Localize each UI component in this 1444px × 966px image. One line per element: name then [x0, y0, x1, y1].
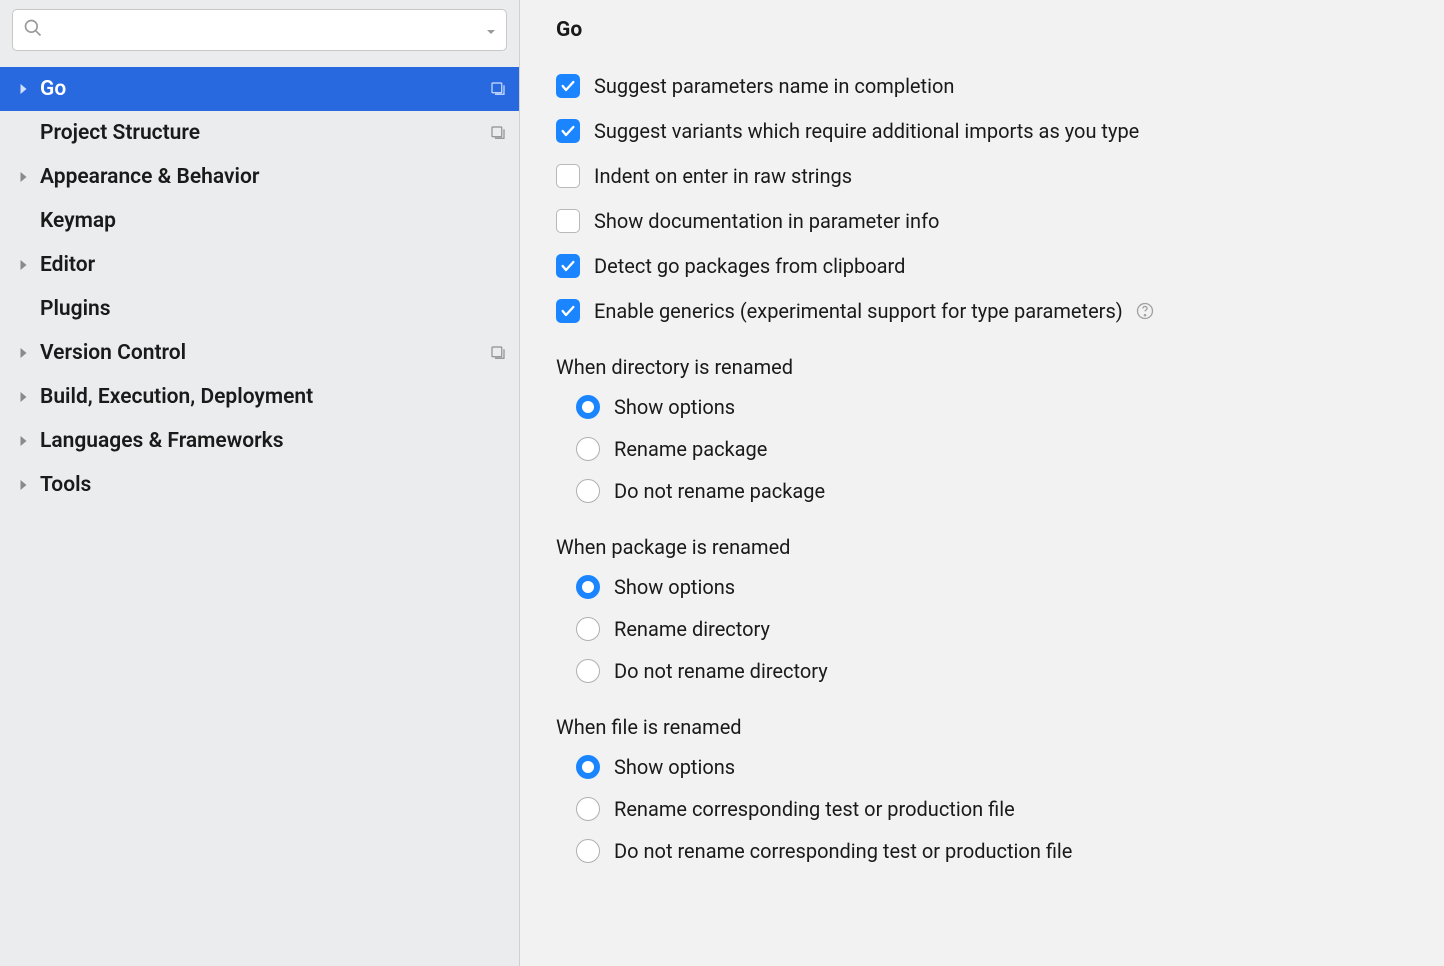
- project-scope-icon: [489, 344, 507, 362]
- chevron-right-icon: [16, 347, 30, 359]
- radio[interactable]: [576, 617, 600, 641]
- page-title: Go: [556, 18, 1416, 42]
- radio[interactable]: [576, 479, 600, 503]
- project-scope-icon: [489, 124, 507, 142]
- radio-label[interactable]: Show options: [614, 575, 735, 599]
- search-icon: [23, 18, 43, 43]
- radio-label[interactable]: Show options: [614, 395, 735, 419]
- chevron-right-icon: [16, 479, 30, 491]
- chevron-right-icon: [16, 171, 30, 183]
- radio-row: Do not rename package: [576, 479, 1416, 503]
- sidebar-item-editor[interactable]: Editor: [0, 243, 519, 287]
- search-box[interactable]: [12, 9, 507, 51]
- checkbox-row: Suggest variants which require additiona…: [556, 119, 1416, 143]
- radio-group: When directory is renamed Show options Ren…: [556, 355, 1416, 503]
- radio-row: Show options: [576, 395, 1416, 419]
- radio-row: Rename directory: [576, 617, 1416, 641]
- sidebar-item-go[interactable]: Go: [0, 67, 519, 111]
- chevron-right-icon: [16, 391, 30, 403]
- radio-row: Do not rename directory: [576, 659, 1416, 683]
- radio-label[interactable]: Do not rename corresponding test or prod…: [614, 839, 1072, 863]
- radio[interactable]: [576, 797, 600, 821]
- checkbox-row: Enable generics (experimental support fo…: [556, 299, 1416, 323]
- checkbox-label[interactable]: Detect go packages from clipboard: [594, 254, 905, 278]
- radio[interactable]: [576, 659, 600, 683]
- search-input[interactable]: [49, 19, 486, 41]
- radio-label[interactable]: Rename directory: [614, 617, 770, 641]
- sidebar-item-label: Build, Execution, Deployment: [40, 385, 507, 409]
- project-scope-icon: [489, 80, 507, 98]
- help-icon[interactable]: [1135, 301, 1155, 321]
- checkbox-label[interactable]: Indent on enter in raw strings: [594, 164, 852, 188]
- checkbox-label[interactable]: Suggest parameters name in completion: [594, 74, 954, 98]
- sidebar-item-build-execution-deployment[interactable]: Build, Execution, Deployment: [0, 375, 519, 419]
- group-title: When package is renamed: [556, 535, 1416, 559]
- checkbox[interactable]: [556, 299, 580, 323]
- radio-label[interactable]: Do not rename package: [614, 479, 825, 503]
- checkbox-row: Indent on enter in raw strings: [556, 164, 1416, 188]
- radio-row: Show options: [576, 575, 1416, 599]
- checkbox[interactable]: [556, 254, 580, 278]
- radio-label[interactable]: Rename package: [614, 437, 767, 461]
- radio-row: Rename package: [576, 437, 1416, 461]
- radio[interactable]: [576, 755, 600, 779]
- settings-sidebar: Go Project Structure Appearance & Behavior…: [0, 0, 520, 966]
- sidebar-item-project-structure[interactable]: Project Structure: [0, 111, 519, 155]
- sidebar-item-appearance-behavior[interactable]: Appearance & Behavior: [0, 155, 519, 199]
- radio-row: Show options: [576, 755, 1416, 779]
- sidebar-item-plugins[interactable]: Plugins: [0, 287, 519, 331]
- radio-group: When file is renamed Show options Rename c…: [556, 715, 1416, 863]
- checkbox-label[interactable]: Suggest variants which require additiona…: [594, 119, 1139, 143]
- sidebar-item-tools[interactable]: Tools: [0, 463, 519, 507]
- sidebar-item-label: Project Structure: [40, 121, 489, 145]
- sidebar-item-label: Keymap: [40, 209, 507, 233]
- group-title: When directory is renamed: [556, 355, 1416, 379]
- radio-label[interactable]: Rename corresponding test or production …: [614, 797, 1015, 821]
- sidebar-item-version-control[interactable]: Version Control: [0, 331, 519, 375]
- radio[interactable]: [576, 839, 600, 863]
- sidebar-item-label: Languages & Frameworks: [40, 429, 507, 453]
- chevron-right-icon: [16, 259, 30, 271]
- checkbox[interactable]: [556, 209, 580, 233]
- sidebar-item-label: Version Control: [40, 341, 489, 365]
- checkbox-row: Detect go packages from clipboard: [556, 254, 1416, 278]
- radio-row: Do not rename corresponding test or prod…: [576, 839, 1416, 863]
- radio-group: When package is renamed Show options Renam…: [556, 535, 1416, 683]
- chevron-right-icon: [16, 435, 30, 447]
- checkbox[interactable]: [556, 119, 580, 143]
- sidebar-item-label: Appearance & Behavior: [40, 165, 507, 189]
- checkbox-label[interactable]: Show documentation in parameter info: [594, 209, 939, 233]
- radio-label[interactable]: Show options: [614, 755, 735, 779]
- radio[interactable]: [576, 437, 600, 461]
- dropdown-icon[interactable]: [486, 19, 496, 42]
- sidebar-item-label: Tools: [40, 473, 507, 497]
- radio-label[interactable]: Do not rename directory: [614, 659, 828, 683]
- checkbox-label[interactable]: Enable generics (experimental support fo…: [594, 299, 1123, 323]
- search-container: [0, 0, 519, 63]
- radio-row: Rename corresponding test or production …: [576, 797, 1416, 821]
- checkbox[interactable]: [556, 74, 580, 98]
- chevron-right-icon: [16, 83, 30, 95]
- radio[interactable]: [576, 395, 600, 419]
- settings-main-panel: Go Suggest parameters name in completion…: [520, 0, 1444, 966]
- sidebar-item-label: Plugins: [40, 297, 507, 321]
- checkbox-list: Suggest parameters name in completion Sug…: [556, 74, 1416, 323]
- checkbox[interactable]: [556, 164, 580, 188]
- radio[interactable]: [576, 575, 600, 599]
- checkbox-row: Suggest parameters name in completion: [556, 74, 1416, 98]
- sidebar-item-label: Go: [40, 77, 489, 101]
- group-title: When file is renamed: [556, 715, 1416, 739]
- sidebar-item-keymap[interactable]: Keymap: [0, 199, 519, 243]
- sidebar-item-languages-frameworks[interactable]: Languages & Frameworks: [0, 419, 519, 463]
- checkbox-row: Show documentation in parameter info: [556, 209, 1416, 233]
- settings-tree: Go Project Structure Appearance & Behavior…: [0, 63, 519, 966]
- radio-groups: When directory is renamed Show options Ren…: [556, 355, 1416, 863]
- sidebar-item-label: Editor: [40, 253, 507, 277]
